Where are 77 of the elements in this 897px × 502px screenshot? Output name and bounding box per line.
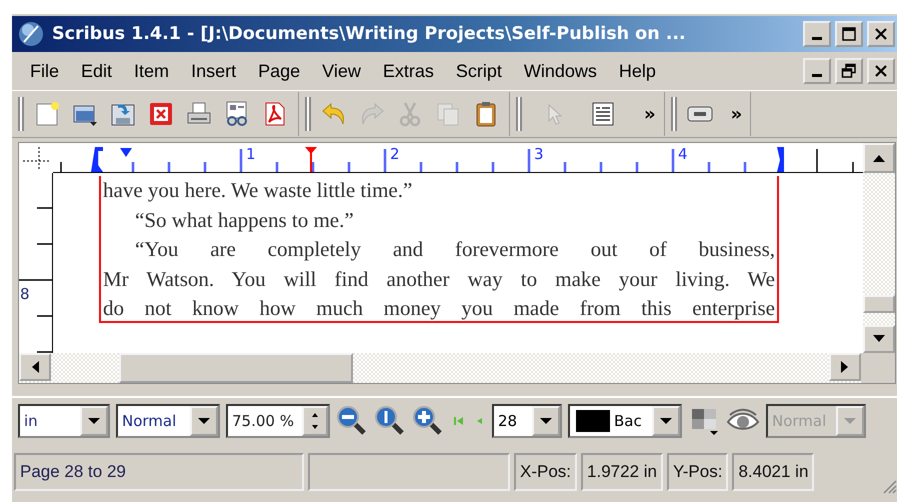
close-icon <box>874 27 888 41</box>
quality-dropdown[interactable]: Normal <box>116 404 220 438</box>
menu-item[interactable]: Script <box>448 60 510 82</box>
toolbar-grip[interactable] <box>670 97 677 131</box>
window-maximize-button[interactable] <box>835 21 863 47</box>
dropdown-arrow-icon <box>843 417 857 425</box>
app-logo-icon <box>18 21 44 47</box>
menu-item[interactable]: Item <box>126 60 178 82</box>
restore-icon <box>841 63 857 79</box>
ruler-label: 8 <box>20 285 30 303</box>
dropdown-arrow-icon <box>197 417 211 425</box>
toolbar-grip[interactable] <box>18 97 24 131</box>
window-close-button[interactable] <box>867 21 895 47</box>
y-position-label: Y-Pos: <box>666 453 728 491</box>
text-line: Mr Watson. You will find another way to make your living. We <box>103 266 775 292</box>
dropdown-arrow-icon <box>87 417 101 425</box>
maximize-icon <box>841 26 857 42</box>
menu-item[interactable]: Edit <box>73 60 120 82</box>
right-indent-marker[interactable] <box>777 147 784 172</box>
vertical-scrollbar[interactable] <box>863 173 895 353</box>
up-arrow-icon <box>872 153 886 163</box>
right-arrow-icon <box>840 360 850 374</box>
text-line: have you here. We waste little time.” <box>103 177 414 204</box>
first-line-indent-marker[interactable] <box>120 148 132 157</box>
toolbar-grip[interactable] <box>305 97 311 131</box>
close-document-icon <box>147 100 175 128</box>
x-position-label: X-Pos: <box>514 453 578 491</box>
ruler-label: 1 <box>246 145 256 163</box>
toolbar-overflow[interactable]: » <box>730 104 742 124</box>
dropdown-arrow-icon <box>659 417 673 425</box>
menu-item[interactable]: Help <box>610 60 664 82</box>
ruler-label: 3 <box>534 145 544 163</box>
minimize-icon <box>812 36 822 40</box>
window-title: Scribus 1.4.1 - [J:\Documents\Writing Projects\Self-Publish on ... <box>52 24 687 44</box>
text-line: “So what happens to me.” <box>134 206 355 234</box>
menu-item[interactable]: Extras <box>374 60 442 82</box>
menu-item[interactable]: View <box>314 60 369 82</box>
toolbar-overflow[interactable]: » <box>644 104 656 124</box>
dropdown-arrow-icon <box>539 417 553 425</box>
scrollbar-thumb[interactable] <box>119 353 353 383</box>
menu-item[interactable]: Insert <box>183 60 244 82</box>
y-position-value: 8.4021 in <box>732 453 814 491</box>
scroll-up-button[interactable] <box>863 143 895 173</box>
menu-item[interactable]: Windows <box>516 60 605 82</box>
ruler-label: 4 <box>678 145 688 163</box>
document-restore-button[interactable] <box>835 58 863 84</box>
zoom-in-icon[interactable] <box>412 405 444 437</box>
scrollbar-thumb[interactable] <box>863 295 895 313</box>
menu-item[interactable]: Page <box>250 60 308 82</box>
text-frame[interactable] <box>99 176 779 323</box>
left-arrow-icon <box>30 360 40 374</box>
zoom-actual-size-icon[interactable] <box>374 405 406 437</box>
minimize-icon <box>812 74 822 76</box>
toolbar-grip[interactable] <box>516 97 522 131</box>
horizontal-scrollbar[interactable] <box>19 353 861 383</box>
scroll-left-button[interactable] <box>19 353 51 381</box>
tab-stop-marker[interactable] <box>305 147 317 172</box>
close-icon <box>874 64 888 78</box>
scroll-right-button[interactable] <box>829 353 861 381</box>
down-arrow-icon <box>872 334 886 344</box>
document-close-button[interactable] <box>867 58 895 84</box>
window-minimize-button[interactable] <box>803 21 831 47</box>
layer-dropdown[interactable]: Bac <box>568 404 682 438</box>
layer-color-swatch <box>576 410 610 432</box>
document-minimize-button[interactable] <box>803 58 831 84</box>
zoom-out-icon[interactable] <box>336 405 368 437</box>
unit-dropdown[interactable]: in <box>18 404 110 438</box>
text-line: “You are completely and forevermore out of business, <box>134 236 775 263</box>
text-line: do not know how much money you made from this enterprise <box>103 295 775 322</box>
page-dropdown[interactable]: 28 <box>492 404 562 438</box>
page-status: Page 28 to 29 <box>14 453 304 491</box>
scroll-down-button[interactable] <box>863 325 895 353</box>
left-indent-marker[interactable] <box>91 147 103 172</box>
zoom-spinbox[interactable]: 75.00 % <box>226 404 330 438</box>
x-position-value: 1.9722 in <box>581 453 663 491</box>
menu-item[interactable]: File <box>22 60 68 82</box>
ruler-label: 2 <box>390 145 400 163</box>
